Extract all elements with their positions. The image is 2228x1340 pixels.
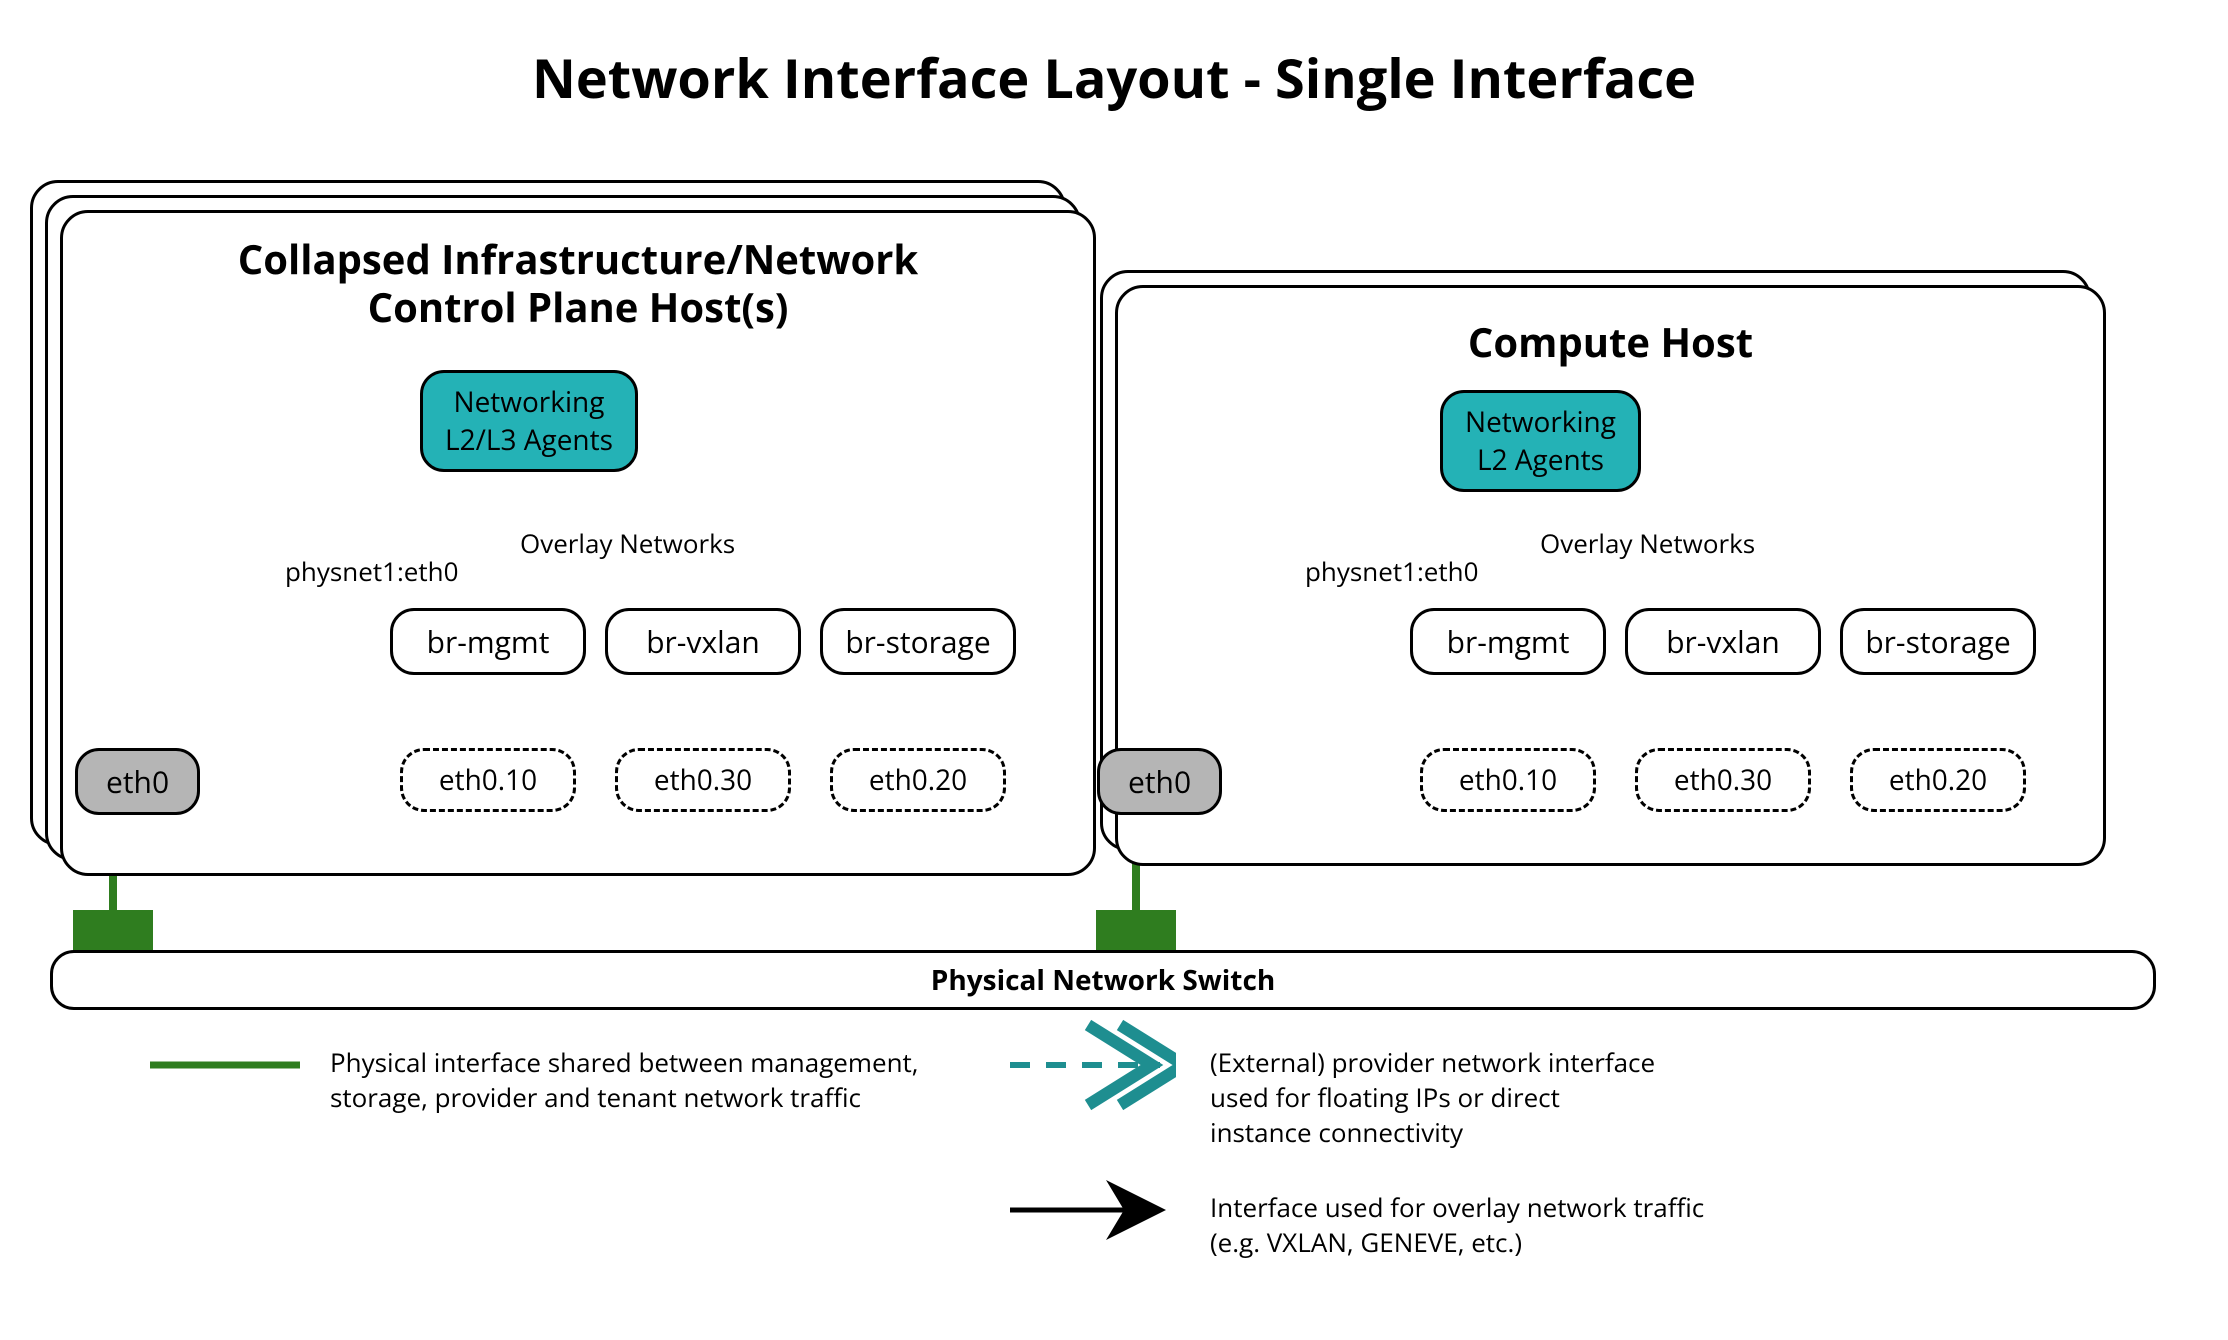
physical-switch: Physical Network Switch <box>50 950 2156 1010</box>
compute-br-storage: br-storage <box>1840 608 2036 675</box>
compute-br-mgmt: br-mgmt <box>1410 608 1606 675</box>
infra-br-storage: br-storage <box>820 608 1016 675</box>
compute-eth0: eth0 <box>1097 748 1222 815</box>
infra-agent-box: Networking L2/L3 Agents <box>420 370 638 472</box>
compute-overlay-label: Overlay Networks <box>1540 525 1755 561</box>
diagram-canvas: Network Interface Layout - Single Interf… <box>0 0 2228 1340</box>
compute-title: Compute Host <box>1118 318 2103 366</box>
legend-green-text: Physical interface shared between manage… <box>330 1045 919 1115</box>
compute-br-vxlan: br-vxlan <box>1625 608 1821 675</box>
control-plane-host-stack: Collapsed Infrastructure/Network Control… <box>30 180 1060 840</box>
legend-teal-text: (External) provider network interface us… <box>1210 1045 1655 1150</box>
infra-physnet-label: physnet1:eth0 <box>285 553 458 589</box>
compute-agent-box: Networking L2 Agents <box>1440 390 1641 492</box>
infra-br-mgmt: br-mgmt <box>390 608 586 675</box>
infra-eth0: eth0 <box>75 748 200 815</box>
infra-overlay-label: Overlay Networks <box>520 525 735 561</box>
infra-br-vxlan: br-vxlan <box>605 608 801 675</box>
compute-eth0-30: eth0.30 <box>1635 748 1811 812</box>
control-plane-title: Collapsed Infrastructure/Network Control… <box>63 235 1093 331</box>
legend-black-text: Interface used for overlay network traff… <box>1210 1190 1704 1260</box>
infra-eth0-10: eth0.10 <box>400 748 576 812</box>
infra-eth0-20: eth0.20 <box>830 748 1006 812</box>
diagram-title: Network Interface Layout - Single Interf… <box>0 40 2228 114</box>
infra-eth0-30: eth0.30 <box>615 748 791 812</box>
compute-eth0-20: eth0.20 <box>1850 748 2026 812</box>
compute-eth0-10: eth0.10 <box>1420 748 1596 812</box>
compute-physnet-label: physnet1:eth0 <box>1305 553 1478 589</box>
